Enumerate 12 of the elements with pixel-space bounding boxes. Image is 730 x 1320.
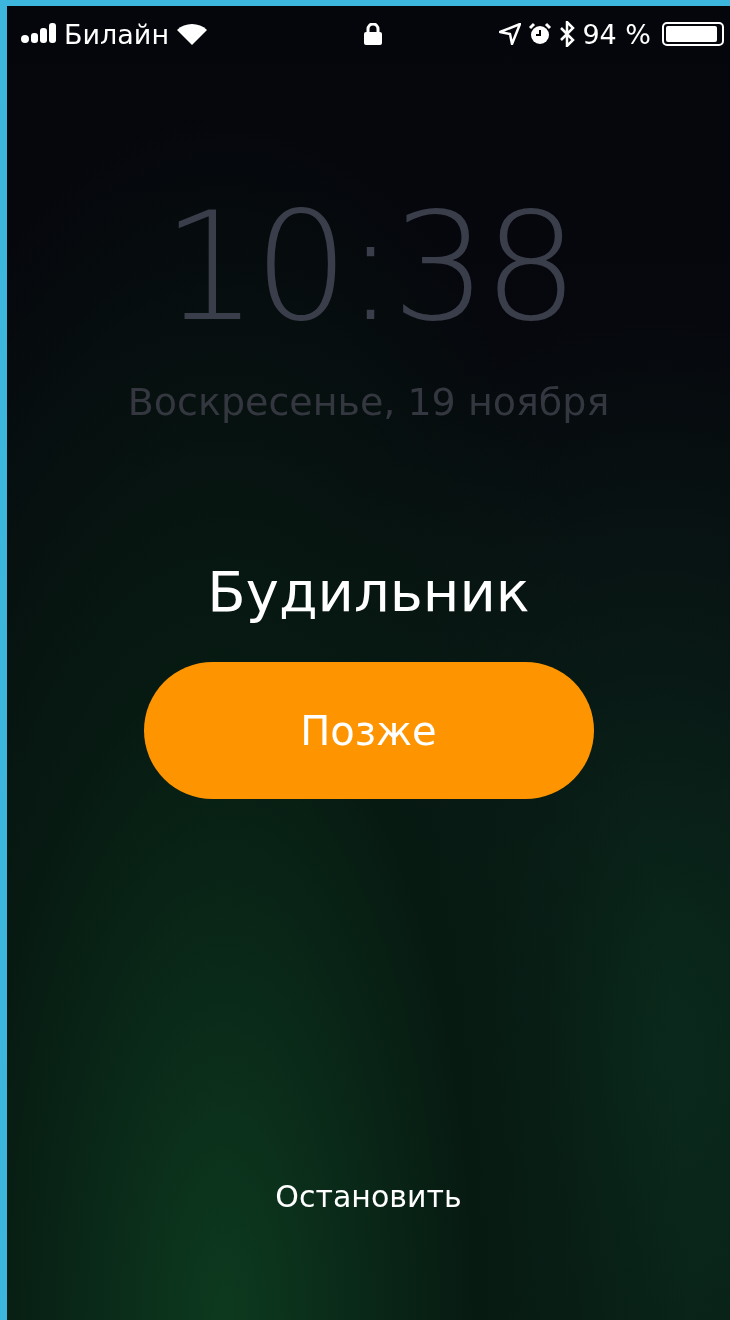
location-icon [499, 23, 522, 45]
alarm-clock-icon [528, 22, 553, 46]
alarm-title: Будильник [207, 559, 530, 624]
battery-icon [662, 22, 724, 46]
stop-button[interactable]: Остановить [269, 1178, 468, 1215]
signal-icon [21, 23, 57, 45]
clock-time: 10:38 [162, 192, 575, 342]
carrier-name: Билайн [64, 18, 170, 50]
battery-percent: 94 % [582, 18, 651, 50]
wifi-icon [176, 22, 209, 46]
lock-icon [363, 23, 382, 45]
bluetooth-icon [559, 21, 576, 47]
